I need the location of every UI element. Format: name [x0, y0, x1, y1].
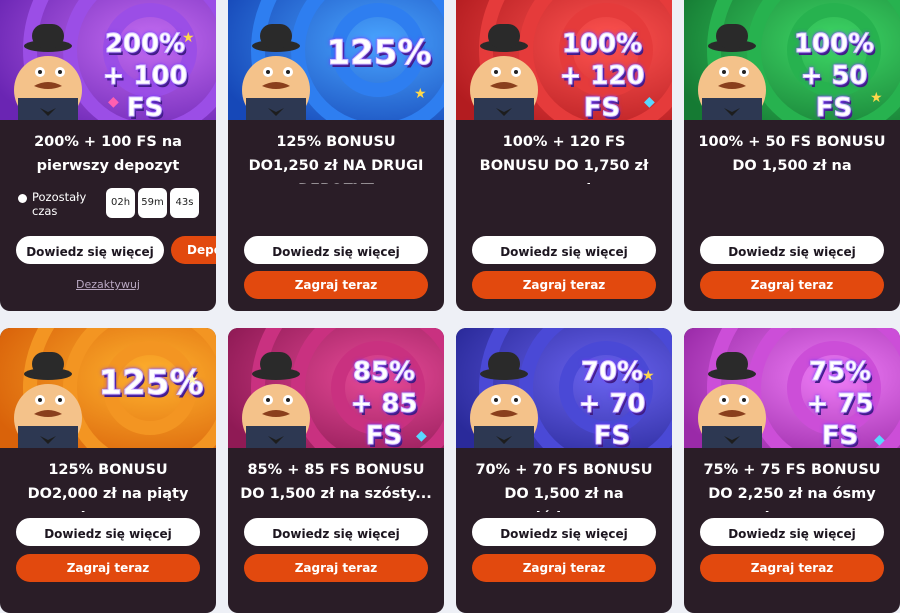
learn-more-button[interactable]: Dowiedz się więcej — [472, 518, 656, 546]
learn-more-button[interactable]: Dowiedz się więcej — [700, 518, 884, 546]
diamond-icon: ◆ — [108, 94, 119, 110]
timer-hours: 02h — [106, 188, 135, 218]
bonus-banner-2: 125% ★ — [228, 0, 444, 120]
bonus-banner-5: 125% ★ — [0, 328, 216, 448]
bonus-card-8: 75% + 75 FS ◆ 75% + 75 FS BONUSU DO 2,25… — [684, 328, 900, 613]
timer-seconds: 43s — [170, 188, 199, 218]
play-now-button[interactable]: Zagraj teraz — [16, 554, 200, 582]
mascot-icon — [14, 352, 82, 448]
play-now-button[interactable]: Zagraj teraz — [244, 554, 428, 582]
banner-headline: 125% — [326, 33, 432, 73]
learn-more-button[interactable]: Dowiedz się więcej — [244, 236, 428, 264]
bonus-card-6: 85% + 85 FS ◆ 85% + 85 FS BONUSU DO 1,50… — [228, 328, 444, 613]
bonus-card-2: 125% ★ 125% BONUSU DO1,250 zł NA DRUGI D… — [228, 0, 444, 311]
bonus-card-4: 100% + 50 FS ★ 100% + 50 FS BONUSU DO 1,… — [684, 0, 900, 311]
timer-minutes: 59m — [138, 188, 167, 218]
bonus-title: 75% + 75 FS BONUSU DO 2,250 zł na ósmy d… — [703, 462, 881, 512]
play-now-button[interactable]: Zagraj teraz — [472, 271, 656, 299]
bonus-title: 125% BONUSU DO1,250 zł NA DRUGI DEPOZYT — [248, 134, 424, 184]
deposit-button[interactable]: Depo — [171, 236, 216, 264]
bonus-banner-1: 200% + 100 FS ★ ◆ — [0, 0, 216, 120]
deactivate-link[interactable]: Dezaktywuj — [0, 278, 216, 291]
bonus-banner-8: 75% + 75 FS ◆ — [684, 328, 900, 448]
banner-headline: 100% + 50 FS — [793, 29, 875, 121]
bonus-banner-7: 70% + 70 FS ★ — [456, 328, 672, 448]
timer-label: Pozostały czas — [32, 190, 87, 218]
bonus-title: 100% + 120 FS BONUSU DO 1,750 zł na trze… — [479, 134, 649, 184]
diamond-icon: ◆ — [644, 94, 655, 110]
mascot-icon — [698, 352, 766, 448]
bonus-title: 200% + 100 FS na pierwszy depozyt — [34, 134, 182, 174]
bonus-banner-6: 85% + 85 FS ◆ — [228, 328, 444, 448]
learn-more-button[interactable]: Dowiedz się więcej — [700, 236, 884, 264]
learn-more-button[interactable]: Dowiedz się więcej — [472, 236, 656, 264]
star-icon: ★ — [182, 30, 195, 46]
mascot-icon — [242, 24, 310, 120]
bonus-banner-4: 100% + 50 FS ★ — [684, 0, 900, 120]
star-icon: ★ — [870, 90, 883, 106]
play-now-button[interactable]: Zagraj teraz — [700, 271, 884, 299]
learn-more-button[interactable]: Dowiedz się więcej — [16, 518, 200, 546]
timer-row: Pozostały czas 02h 59m 43s — [16, 188, 216, 222]
diamond-icon: ◆ — [416, 428, 427, 444]
mascot-icon — [242, 352, 310, 448]
play-now-button[interactable]: Zagraj teraz — [700, 554, 884, 582]
bonus-card-5: 125% ★ 125% BONUSU DO2,000 zł na piąty d… — [0, 328, 216, 613]
diamond-icon: ◆ — [874, 432, 885, 448]
bonus-card-7: 70% + 70 FS ★ 70% + 70 FS BONUSU DO 1,50… — [456, 328, 672, 613]
mascot-icon — [470, 352, 538, 448]
play-now-button[interactable]: Zagraj teraz — [472, 554, 656, 582]
star-icon: ★ — [642, 368, 655, 384]
learn-more-button[interactable]: Dowiedz się więcej — [16, 236, 164, 264]
bonus-card-1: 200% + 100 FS ★ ◆ 200% + 100 FS na pierw… — [0, 0, 216, 311]
star-icon: ★ — [186, 372, 199, 388]
bonus-card-3: 100% + 120 FS ◆ 100% + 120 FS BONUSU DO … — [456, 0, 672, 311]
bonus-title: 100% + 50 FS BONUSU DO 1,500 zł na czwar… — [698, 134, 886, 184]
play-now-button[interactable]: Zagraj teraz — [244, 271, 428, 299]
bonus-title: 70% + 70 FS BONUSU DO 1,500 zł na siódmy… — [475, 462, 653, 512]
bonus-title: 125% BONUSU DO2,000 zł na piąty depozyt — [27, 462, 189, 512]
learn-more-button[interactable]: Dowiedz się więcej — [244, 518, 428, 546]
bonus-banner-3: 100% + 120 FS ◆ — [456, 0, 672, 120]
star-icon: ★ — [414, 86, 427, 102]
bonus-title: 85% + 85 FS BONUSU DO 1,500 zł na szósty… — [240, 462, 432, 502]
